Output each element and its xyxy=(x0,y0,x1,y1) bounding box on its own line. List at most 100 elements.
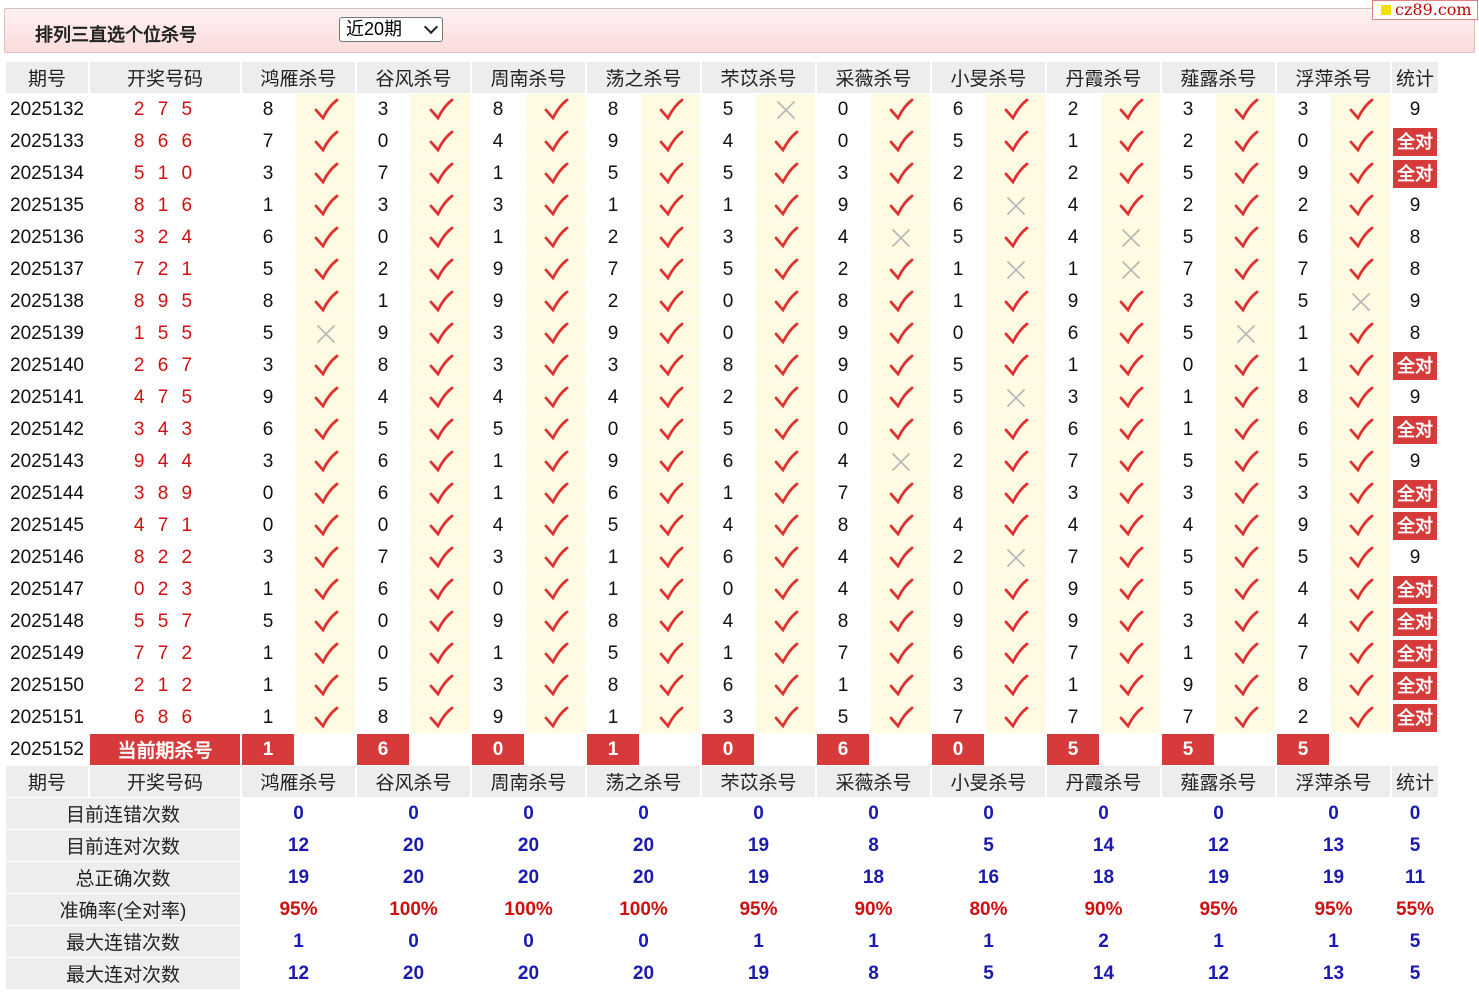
kill-number: 7 xyxy=(932,702,984,734)
check-icon xyxy=(1234,674,1258,696)
column-header: 开奖号码 xyxy=(90,766,240,798)
correct-mark xyxy=(641,286,700,318)
issue-number: 2025143 xyxy=(6,446,88,478)
kill-number: 4 xyxy=(702,126,754,158)
check-icon xyxy=(889,610,913,632)
correct-mark xyxy=(411,126,470,158)
check-icon xyxy=(1234,610,1258,632)
kill-number: 0 xyxy=(357,126,409,158)
correct-mark xyxy=(1216,478,1275,510)
issue-number: 2025145 xyxy=(6,510,88,542)
draw-number: 8 9 5 xyxy=(90,286,240,318)
site-logo[interactable]: cz89.com xyxy=(1372,0,1478,20)
correct-mark xyxy=(641,638,700,670)
summary-value: 13 xyxy=(1277,958,1390,990)
kill-number: 3 xyxy=(932,670,984,702)
correct-mark xyxy=(1331,190,1390,222)
summary-value: 16 xyxy=(932,862,1045,894)
kill-number: 8 xyxy=(242,286,294,318)
column-header: 丹霞杀号 xyxy=(1047,766,1160,798)
check-icon xyxy=(1119,642,1143,664)
kill-number: 0 xyxy=(817,126,869,158)
correct-mark xyxy=(526,606,585,638)
summary-value: 95% xyxy=(702,894,815,926)
kill-number: 0 xyxy=(1277,126,1329,158)
check-icon xyxy=(889,578,913,600)
correct-mark xyxy=(1331,350,1390,382)
check-icon xyxy=(889,674,913,696)
correct-mark xyxy=(296,574,355,606)
check-icon xyxy=(774,194,798,216)
correct-mark xyxy=(296,478,355,510)
correct-mark xyxy=(411,350,470,382)
kill-number: 5 xyxy=(932,126,984,158)
check-icon xyxy=(1234,226,1258,248)
check-icon xyxy=(774,514,798,536)
check-icon xyxy=(1234,706,1258,728)
correct-mark xyxy=(1216,510,1275,542)
correct-mark xyxy=(1331,510,1390,542)
correct-mark xyxy=(986,158,1045,190)
summary-value: 20 xyxy=(587,862,700,894)
check-icon xyxy=(1119,514,1143,536)
kill-number: 6 xyxy=(1277,414,1329,446)
period-select[interactable]: 近20期 xyxy=(339,17,443,42)
draw-number: 8 2 2 xyxy=(90,542,240,574)
wrong-mark xyxy=(986,382,1045,414)
cross-icon xyxy=(891,452,910,471)
check-icon xyxy=(544,98,568,120)
check-icon xyxy=(544,546,568,568)
check-icon xyxy=(1004,418,1028,440)
kill-number: 1 xyxy=(1047,350,1099,382)
kill-number: 4 xyxy=(472,510,524,542)
check-icon xyxy=(314,162,338,184)
kill-number: 7 xyxy=(1277,638,1329,670)
check-icon xyxy=(429,322,453,344)
correct-mark xyxy=(756,670,815,702)
issue-number: 2025148 xyxy=(6,606,88,638)
row-stat: 全对 xyxy=(1392,158,1438,190)
table-row: 2025142 3 4 3 6 5 5 0 5 0 6 6 1 6 全对 xyxy=(6,414,1438,446)
kill-number: 1 xyxy=(472,446,524,478)
table-row: 2025139 1 5 559390906518 xyxy=(6,318,1438,350)
check-icon xyxy=(889,290,913,312)
kill-number: 5 xyxy=(932,382,984,414)
kill-number: 6 xyxy=(702,446,754,478)
check-icon xyxy=(1349,514,1373,536)
check-icon xyxy=(774,450,798,472)
check-icon xyxy=(659,194,683,216)
table-row: 2025143 9 4 43 6 1 9 6 4 2 7 5 5 9 xyxy=(6,446,1438,478)
correct-mark xyxy=(986,318,1045,350)
correct-mark xyxy=(526,190,585,222)
check-icon xyxy=(1234,98,1258,120)
kill-number: 0 xyxy=(357,606,409,638)
current-kill-number: 0 xyxy=(932,734,984,766)
check-icon xyxy=(314,642,338,664)
correct-mark xyxy=(411,222,470,254)
correct-mark xyxy=(526,350,585,382)
summary-row: 最大连错次数 1 0 0 0 1 1 1 2 1 1 5 xyxy=(6,926,1438,958)
check-icon xyxy=(1349,130,1373,152)
check-icon xyxy=(774,610,798,632)
kill-number: 1 xyxy=(472,478,524,510)
kill-number: 3 xyxy=(472,542,524,574)
page-title: 排列三直选个位杀号 xyxy=(35,25,197,45)
correct-mark xyxy=(411,574,470,606)
check-icon xyxy=(429,482,453,504)
kill-number: 1 xyxy=(702,478,754,510)
check-icon xyxy=(774,578,798,600)
check-icon xyxy=(1234,514,1258,536)
check-icon xyxy=(659,514,683,536)
correct-mark xyxy=(986,638,1045,670)
kill-number: 5 xyxy=(472,414,524,446)
summary-value: 1 xyxy=(932,926,1045,958)
kill-number-table: 期号 开奖号码 鸿雁杀号 谷风杀号 周南杀号 荡之杀号 芣苡杀号 采薇杀号 小旻杀号 丹霞杀号 薤露… xyxy=(4,62,1440,990)
check-icon xyxy=(774,386,798,408)
kill-number: 3 xyxy=(702,222,754,254)
check-icon xyxy=(889,514,913,536)
period-select-value: 近20期 xyxy=(346,19,403,39)
summary-value: 0 xyxy=(1162,798,1275,830)
kill-number: 4 xyxy=(1162,510,1214,542)
check-icon xyxy=(1119,194,1143,216)
wrong-mark xyxy=(1331,286,1390,318)
